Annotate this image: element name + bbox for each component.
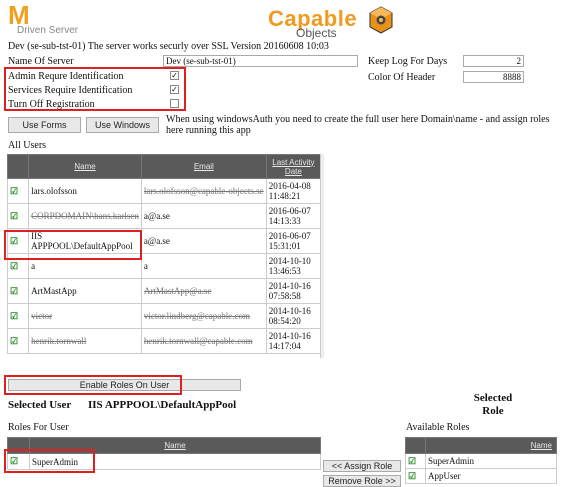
user-email-cell: lars.olofsson@capable-objects.se <box>140 178 267 204</box>
use-forms-button[interactable]: Use Forms <box>8 117 81 133</box>
windows-auth-info: When using windowsAuth you need to creat… <box>166 114 550 136</box>
all-users-title: All Users <box>8 140 47 151</box>
select-check-icon[interactable]: ☑ <box>10 311 18 321</box>
activity-cell: 2016-06-07 15:31:01 <box>265 228 322 254</box>
color-header-input[interactable]: 8888 <box>463 71 524 83</box>
activity-cell: 2016-06-07 14:13:33 <box>265 203 322 229</box>
server-status-line: Dev (se-sub-tst-01) The server works sec… <box>8 41 329 52</box>
user-name-cell: ArtMastApp <box>28 278 142 304</box>
user-role-highlight <box>4 449 95 473</box>
table-row: ☑ CORPDOMAIN\hans.karlsen a@a.se 2016-06… <box>6 203 322 229</box>
user-email-cell: henrik.tornwall@capable.com <box>140 328 267 354</box>
keep-log-input[interactable]: 2 <box>463 55 524 67</box>
users-scrollbar[interactable] <box>320 154 324 358</box>
turn-off-registration-label: Turn Off Registration <box>8 99 95 110</box>
activity-cell: 2014-10-16 08:54:20 <box>265 303 322 329</box>
table-row: ☑ AppUser <box>405 468 557 484</box>
user-email-cell: ArtMastApp@a.se <box>140 278 267 304</box>
turn-off-registration-checkbox[interactable] <box>170 99 179 108</box>
name-of-server-label: Name Of Server <box>8 56 74 67</box>
available-role-cell: SuperAdmin <box>425 453 557 469</box>
table-row: ☑ victor victor.lindberg@capable.com 201… <box>6 303 322 329</box>
keep-log-label: Keep Log For Days <box>368 56 448 67</box>
table-row: ☑ lars.olofsson lars.olofsson@capable-ob… <box>6 178 322 204</box>
available-roles-label: Available Roles <box>406 422 470 433</box>
available-roles-table: Name ☑ SuperAdmin ☑ AppUser <box>405 437 557 484</box>
user-email-cell: a@a.se <box>140 203 267 229</box>
user-email-cell: a@a.se <box>140 228 267 254</box>
user-email-cell: victor.lindberg@capable.com <box>140 303 267 329</box>
user-name-cell: victor <box>28 303 142 329</box>
select-check-icon[interactable]: ☑ <box>10 286 18 296</box>
remove-role-button[interactable]: Remove Role >> <box>323 475 401 487</box>
cube-logo-icon <box>369 6 393 34</box>
select-column-header <box>6 154 30 179</box>
select-check-icon[interactable]: ☑ <box>10 261 18 271</box>
assign-role-button[interactable]: << Assign Role <box>323 460 401 472</box>
last-activity-column-header[interactable]: Last Activity Date <box>265 154 322 179</box>
user-name-cell: CORPDOMAIN\hans.karlsen <box>28 203 142 229</box>
name-column-header[interactable]: Name <box>28 154 142 179</box>
table-row: ☑ henrik.tornwall henrik.tornwall@capabl… <box>6 328 322 354</box>
select-check-icon[interactable]: ☑ <box>408 471 416 481</box>
admin-require-label: Admin Requre Identification <box>8 71 124 82</box>
select-check-icon[interactable]: ☑ <box>408 456 416 466</box>
admin-require-checkbox[interactable]: ✓ <box>170 71 179 80</box>
activity-cell: 2014-10-16 14:17:04 <box>265 328 322 354</box>
select-column-header <box>405 437 426 454</box>
user-name-cell: henrik.tornwall <box>28 328 142 354</box>
logo-subtitle: Driven Server <box>17 25 79 36</box>
selected-role-label: Selected Role <box>473 392 513 417</box>
table-row: ☑ ArtMastApp ArtMastApp@a.se 2014-10-16 0… <box>6 278 322 304</box>
user-name-cell: lars.olofsson <box>28 178 142 204</box>
available-name-column-header[interactable]: Name <box>425 437 557 454</box>
selected-user-highlight <box>4 230 142 260</box>
server-name-input[interactable]: Dev (se-sub-tst-01) <box>163 55 358 67</box>
enable-roles-highlight <box>4 375 182 395</box>
use-windows-button[interactable]: Use Windows <box>86 117 159 133</box>
table-row: ☑ SuperAdmin <box>405 453 557 469</box>
select-check-icon[interactable]: ☑ <box>10 211 18 221</box>
services-require-checkbox[interactable]: ✓ <box>170 85 179 94</box>
services-require-label: Services Require Identification <box>8 85 133 96</box>
activity-cell: 2014-10-16 07:58:58 <box>265 278 322 304</box>
email-column-header[interactable]: Email <box>140 154 267 179</box>
brand-subtitle: Objects <box>296 26 337 40</box>
select-check-icon[interactable]: ☑ <box>10 336 18 346</box>
selected-user-value: IIS APPPOOL\DefaultAppPool <box>88 399 237 411</box>
select-check-icon[interactable]: ☑ <box>10 186 18 196</box>
available-role-cell: AppUser <box>425 468 557 484</box>
activity-cell: 2014-10-10 13:46:53 <box>265 253 322 279</box>
roles-for-user-label: Roles For User <box>8 422 69 433</box>
activity-cell: 2016-04-08 11:48:21 <box>265 178 322 204</box>
selected-user-label: Selected User <box>8 399 72 411</box>
user-email-cell: a <box>140 253 267 279</box>
color-header-label: Color Of Header <box>368 72 436 83</box>
